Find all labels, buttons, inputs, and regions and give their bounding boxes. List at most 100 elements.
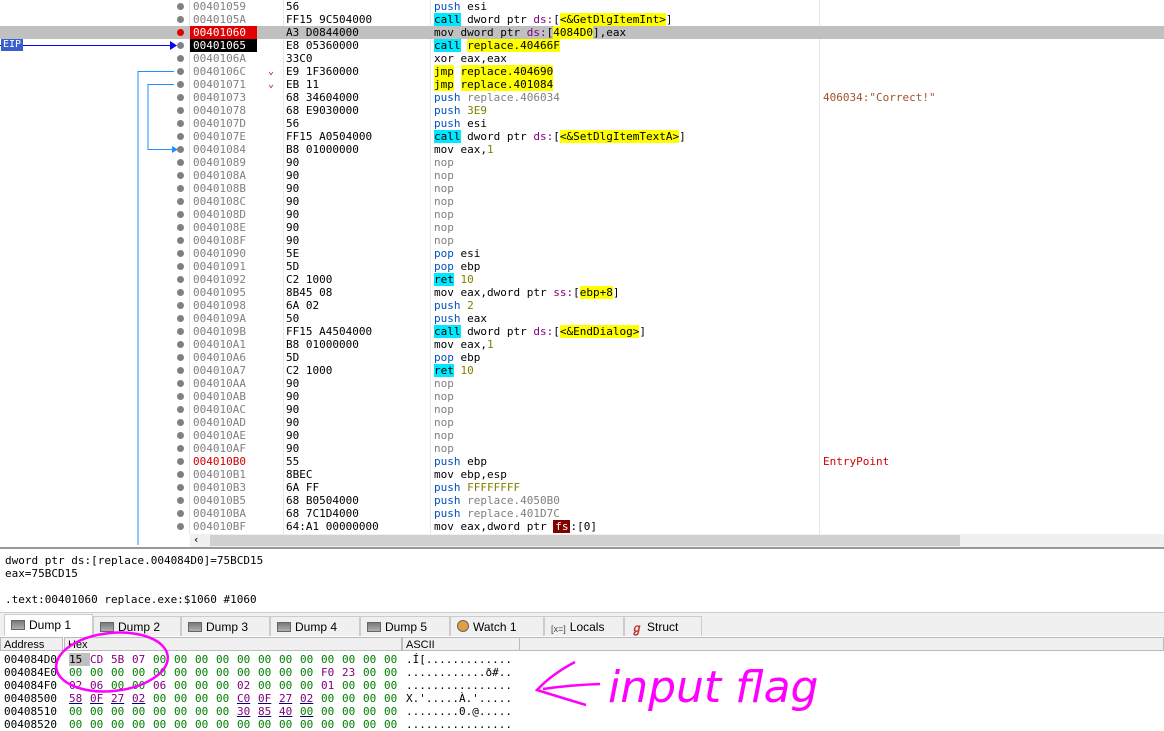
hex-byte[interactable]: 00 bbox=[69, 718, 90, 731]
hex-byte[interactable]: 40 bbox=[279, 705, 300, 718]
disasm-row[interactable]: 00401098 6A 02 push 2 bbox=[0, 299, 1164, 312]
hex-byte[interactable]: 00 bbox=[90, 666, 111, 679]
disasm-row[interactable]: 0040108E 90 nop bbox=[0, 221, 1164, 234]
hex-byte[interactable]: 27 bbox=[111, 692, 132, 705]
hex-byte[interactable]: F0 bbox=[321, 666, 342, 679]
hex-byte[interactable]: 00 bbox=[69, 705, 90, 718]
hex-byte[interactable]: 00 bbox=[153, 705, 174, 718]
hex-byte[interactable]: 00 bbox=[363, 718, 384, 731]
hex-byte[interactable]: 00 bbox=[342, 653, 363, 666]
hex-byte[interactable]: 00 bbox=[258, 718, 279, 731]
hex-byte[interactable]: 06 bbox=[90, 679, 111, 692]
disasm-row[interactable]: 00401059 56 push esi bbox=[0, 0, 1164, 13]
disasm-row[interactable]: 00401084 B8 01000000 mov eax,1 bbox=[0, 143, 1164, 156]
hex-byte[interactable]: 58 bbox=[69, 692, 90, 705]
breakpoint-slot-icon[interactable] bbox=[177, 3, 184, 10]
address-column-header[interactable]: Address bbox=[0, 637, 63, 651]
hex-byte[interactable]: 00 bbox=[174, 718, 195, 731]
disasm-row[interactable]: 0040106C ⌄ E9 1F360000 jmp replace.404690 bbox=[0, 65, 1164, 78]
dump-hex-bytes[interactable]: 58 0F 27 02 00 00 00 00 C0 0F 27 02 00 00 00 00 bbox=[69, 692, 405, 705]
hex-byte[interactable]: 00 bbox=[363, 666, 384, 679]
hex-byte[interactable]: 00 bbox=[195, 718, 216, 731]
hex-byte[interactable]: 00 bbox=[153, 666, 174, 679]
tab-dump-1[interactable]: Dump 1 bbox=[4, 614, 93, 637]
hex-byte[interactable]: 00 bbox=[237, 718, 258, 731]
hex-byte[interactable]: 23 bbox=[342, 666, 363, 679]
ascii-column-header[interactable]: ASCII bbox=[402, 637, 520, 651]
hex-byte[interactable]: 00 bbox=[153, 718, 174, 731]
hex-column-header[interactable]: Hex bbox=[64, 637, 402, 651]
dump-hex-bytes[interactable]: 00 00 00 00 00 00 00 00 00 00 00 00 F0 23 00 00 bbox=[69, 666, 405, 679]
breakpoint-slot-icon[interactable] bbox=[177, 16, 184, 23]
disasm-row[interactable]: 004010AD 90 nop bbox=[0, 416, 1164, 429]
hex-byte[interactable]: 0F bbox=[90, 692, 111, 705]
breakpoint-slot-icon[interactable] bbox=[177, 432, 184, 439]
hex-byte[interactable]: 00 bbox=[258, 666, 279, 679]
disasm-row[interactable]: 00401073 68 34604000 push replace.406034 40… bbox=[0, 91, 1164, 104]
disasm-row[interactable]: 0040107D 56 push esi bbox=[0, 117, 1164, 130]
hex-byte[interactable]: 00 bbox=[174, 666, 195, 679]
breakpoint-slot-icon[interactable] bbox=[177, 510, 184, 517]
disasm-row[interactable]: 0040106A 33C0 xor eax,eax bbox=[0, 52, 1164, 65]
hex-byte[interactable]: 00 bbox=[153, 653, 174, 666]
breakpoint-slot-icon[interactable] bbox=[177, 497, 184, 504]
disasm-row[interactable]: 0040109B FF15 A4504000 call dword ptr ds:[… bbox=[0, 325, 1164, 338]
tab-watch-1[interactable]: Watch 1 bbox=[450, 616, 544, 636]
hex-byte[interactable]: 00 bbox=[300, 666, 321, 679]
hex-byte[interactable]: 00 bbox=[384, 679, 405, 692]
hex-byte[interactable]: 00 bbox=[69, 666, 90, 679]
hex-byte[interactable]: 00 bbox=[216, 692, 237, 705]
disasm-row[interactable]: 0040108F 90 nop bbox=[0, 234, 1164, 247]
hex-byte[interactable]: 00 bbox=[342, 679, 363, 692]
hex-byte[interactable]: 00 bbox=[174, 705, 195, 718]
disasm-row[interactable]: 0040109A 50 push eax bbox=[0, 312, 1164, 325]
hex-byte[interactable]: 00 bbox=[384, 718, 405, 731]
disasm-row[interactable]: 0040108A 90 nop bbox=[0, 169, 1164, 182]
hex-byte[interactable]: 02 bbox=[132, 692, 153, 705]
hex-byte[interactable]: 30 bbox=[237, 705, 258, 718]
disasm-row[interactable]: 0040108B 90 nop bbox=[0, 182, 1164, 195]
hex-byte[interactable]: 00 bbox=[363, 692, 384, 705]
hex-byte[interactable]: 06 bbox=[153, 679, 174, 692]
breakpoint-slot-icon[interactable] bbox=[177, 55, 184, 62]
breakpoint-slot-icon[interactable] bbox=[177, 276, 184, 283]
breakpoint-slot-icon[interactable] bbox=[177, 354, 184, 361]
disasm-row[interactable]: 0040108C 90 nop bbox=[0, 195, 1164, 208]
breakpoint-slot-icon[interactable] bbox=[177, 263, 184, 270]
hex-byte[interactable]: 00 bbox=[132, 718, 153, 731]
breakpoint-slot-icon[interactable] bbox=[177, 380, 184, 387]
disasm-row[interactable]: 004010AF 90 nop bbox=[0, 442, 1164, 455]
disasm-row[interactable]: 004010B5 68 B0504000 push replace.4050B0 bbox=[0, 494, 1164, 507]
breakpoint-slot-icon[interactable] bbox=[177, 289, 184, 296]
dump-hex-bytes[interactable]: 00 00 00 00 00 00 00 00 30 85 40 00 00 00 00 00 bbox=[69, 705, 405, 718]
hex-byte[interactable]: 00 bbox=[111, 718, 132, 731]
hex-byte[interactable]: 00 bbox=[384, 692, 405, 705]
disasm-row[interactable]: 0040107E FF15 A0504000 call dword ptr ds:[… bbox=[0, 130, 1164, 143]
hex-byte[interactable]: 02 bbox=[69, 679, 90, 692]
dump-hex-bytes[interactable]: 15 CD 5B 07 00 00 00 00 00 00 00 00 00 00 00 00 bbox=[69, 653, 405, 666]
hex-byte[interactable]: 00 bbox=[321, 653, 342, 666]
breakpoint-slot-icon[interactable] bbox=[177, 445, 184, 452]
hex-byte[interactable]: 00 bbox=[237, 653, 258, 666]
hex-byte[interactable]: 00 bbox=[90, 718, 111, 731]
hex-byte[interactable]: 00 bbox=[300, 705, 321, 718]
breakpoint-slot-icon[interactable] bbox=[177, 81, 184, 88]
tab-struct[interactable]: ℊ Struct bbox=[624, 616, 702, 636]
hex-byte[interactable]: 00 bbox=[384, 653, 405, 666]
breakpoint-slot-icon[interactable] bbox=[177, 315, 184, 322]
disasm-row[interactable]: 00401091 5D pop ebp bbox=[0, 260, 1164, 273]
hex-byte[interactable]: 00 bbox=[195, 705, 216, 718]
hex-byte[interactable]: 00 bbox=[195, 666, 216, 679]
hex-byte[interactable]: 00 bbox=[216, 666, 237, 679]
hex-byte[interactable]: 00 bbox=[300, 653, 321, 666]
hex-byte[interactable]: 00 bbox=[216, 679, 237, 692]
hex-byte[interactable]: 00 bbox=[300, 679, 321, 692]
hex-byte[interactable]: 00 bbox=[195, 679, 216, 692]
disasm-row[interactable]: 004010A6 5D pop ebp bbox=[0, 351, 1164, 364]
disasm-row[interactable]: 004010A7 C2 1000 ret 10 bbox=[0, 364, 1164, 377]
breakpoint-slot-icon[interactable] bbox=[177, 146, 184, 153]
breakpoint-slot-icon[interactable] bbox=[177, 159, 184, 166]
breakpoint-slot-icon[interactable] bbox=[177, 120, 184, 127]
hex-byte[interactable]: 00 bbox=[258, 679, 279, 692]
scrollbar-thumb[interactable] bbox=[210, 535, 960, 546]
